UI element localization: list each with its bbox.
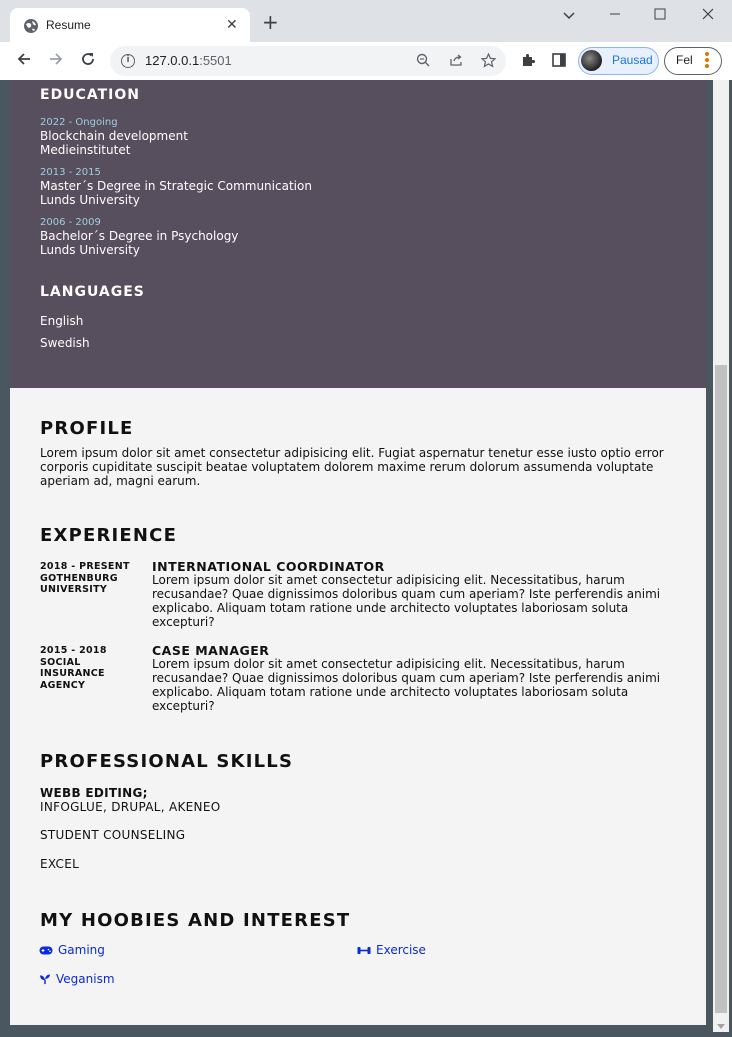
page-scrollbar[interactable] [713,80,729,1032]
education-item: 2022 - Ongoing Blockchain development Me… [40,117,188,157]
scrollbar-thumb[interactable] [715,365,727,1013]
education-years: 2022 - Ongoing [40,117,118,128]
skills-heading: PROFESSIONAL SKILLS [40,751,294,772]
profile-text: Lorem ipsum dolor sit amet consectetur a… [40,446,664,488]
education-heading: EDUCATION [40,87,140,103]
url-text[interactable]: 127.0.0.1:5501 [145,53,232,68]
avatar [581,50,602,71]
education-item: 2013 - 2015 Master´s Degree in Strategic… [40,167,312,207]
tab-title: Resume [46,18,91,32]
experience-org-line: UNIVERSITY [40,584,108,595]
language-item: Swedish [40,336,90,350]
hobby-label[interactable]: Veganism [56,972,115,986]
education-program: Master´s Degree in Strategic Communicati… [40,179,312,193]
forward-icon[interactable] [46,51,66,71]
hobby-link-exercise[interactable]: Exercise [357,943,426,957]
education-years: 2006 - 2009 [40,217,101,228]
experience-org-line: SOCIAL [40,656,81,668]
hobby-label[interactable]: Gaming [58,943,105,957]
profile-button[interactable]: Pausad [578,47,659,75]
experience-period: 2018 - PRESENT [40,561,130,572]
experience-heading: EXPERIENCE [40,525,178,546]
hobby-link-gaming[interactable]: Gaming [39,943,105,957]
experience-meta: 2015 - 2018 SOCIAL INSURANCE AGENCY [40,645,150,691]
address-bar[interactable]: i 127.0.0.1:5501 [110,46,506,76]
tab-search-icon[interactable] [559,6,579,26]
hobbies-heading: MY HOOBIES AND INTEREST [40,910,351,931]
sidebar-section: EDUCATION 2022 - Ongoing Blockchain deve… [10,80,706,388]
experience-description: Lorem ipsum dolor sit amet consectetur a… [152,657,661,713]
experience-title: INTERNATIONAL COORDINATOR [152,559,385,574]
close-window-icon[interactable] [698,6,718,26]
extensions-puzzle-icon[interactable] [519,52,537,70]
experience-title: CASE MANAGER [152,643,270,658]
bookmark-star-icon[interactable] [480,52,496,69]
experience-period: 2015 - 2018 [40,645,107,656]
education-program: Blockchain development [40,129,188,143]
error-label: Fel [676,53,693,67]
new-tab-button[interactable]: + [262,12,279,32]
tab-close-icon[interactable]: ✕ [226,17,238,33]
education-school: Medieinstitutet [40,143,131,157]
skill-item: STUDENT COUNSELING [40,828,186,842]
languages-heading: LANGUAGES [40,284,145,300]
experience-description: Lorem ipsum dolor sit amet consectetur a… [152,573,661,629]
zoom-out-icon[interactable] [415,53,431,69]
experience-meta: 2018 - PRESENT GOTHENBURG UNIVERSITY [40,561,150,596]
back-icon[interactable] [14,51,34,71]
experience-org-line: AGENCY [40,679,86,691]
profile-heading: PROFILE [40,418,134,439]
profile-status-label: Pausad [612,53,653,67]
globe-icon [24,19,38,33]
browser-tab[interactable]: Resume ✕ [10,8,250,43]
skill-label: WEBB EDITING; [40,786,148,800]
education-years: 2013 - 2015 [40,167,101,178]
browser-chrome: Resume ✕ + i 127.0.0.1:5501 Pausad Fel [0,0,732,80]
page-viewport: EDUCATION 2022 - Ongoing Blockchain deve… [10,80,706,1025]
info-icon[interactable]: i [121,54,135,68]
experience-org-line: INSURANCE [40,668,105,679]
language-item: English [40,314,84,328]
seedling-icon [39,973,51,984]
browser-toolbar: i 127.0.0.1:5501 Pausad Fel [0,42,732,80]
education-program: Bachelor´s Degree in Psychology [40,229,239,243]
error-menu-button[interactable]: Fel [664,47,722,75]
education-school: Lunds University [40,193,140,207]
experience-org-line: GOTHENBURG [40,572,118,584]
skill-item: EXCEL [40,857,80,871]
side-panel-icon[interactable] [550,52,568,70]
scroll-down-arrow-icon[interactable] [717,1024,725,1029]
education-item: 2006 - 2009 Bachelor´s Degree in Psychol… [40,217,238,257]
skill-tools: INFOGLUE, DRUPAL, AKENEO [40,800,221,814]
minimize-icon[interactable] [605,6,625,26]
share-icon[interactable] [448,53,464,69]
gamepad-icon [39,946,53,954]
hobby-link-veganism[interactable]: Veganism [39,972,115,986]
kebab-menu-icon [705,52,711,70]
dumbbell-icon [357,946,371,954]
hobby-label[interactable]: Exercise [376,943,426,957]
maximize-icon[interactable] [650,6,670,26]
reload-icon[interactable] [78,51,98,71]
education-school: Lunds University [40,243,140,257]
